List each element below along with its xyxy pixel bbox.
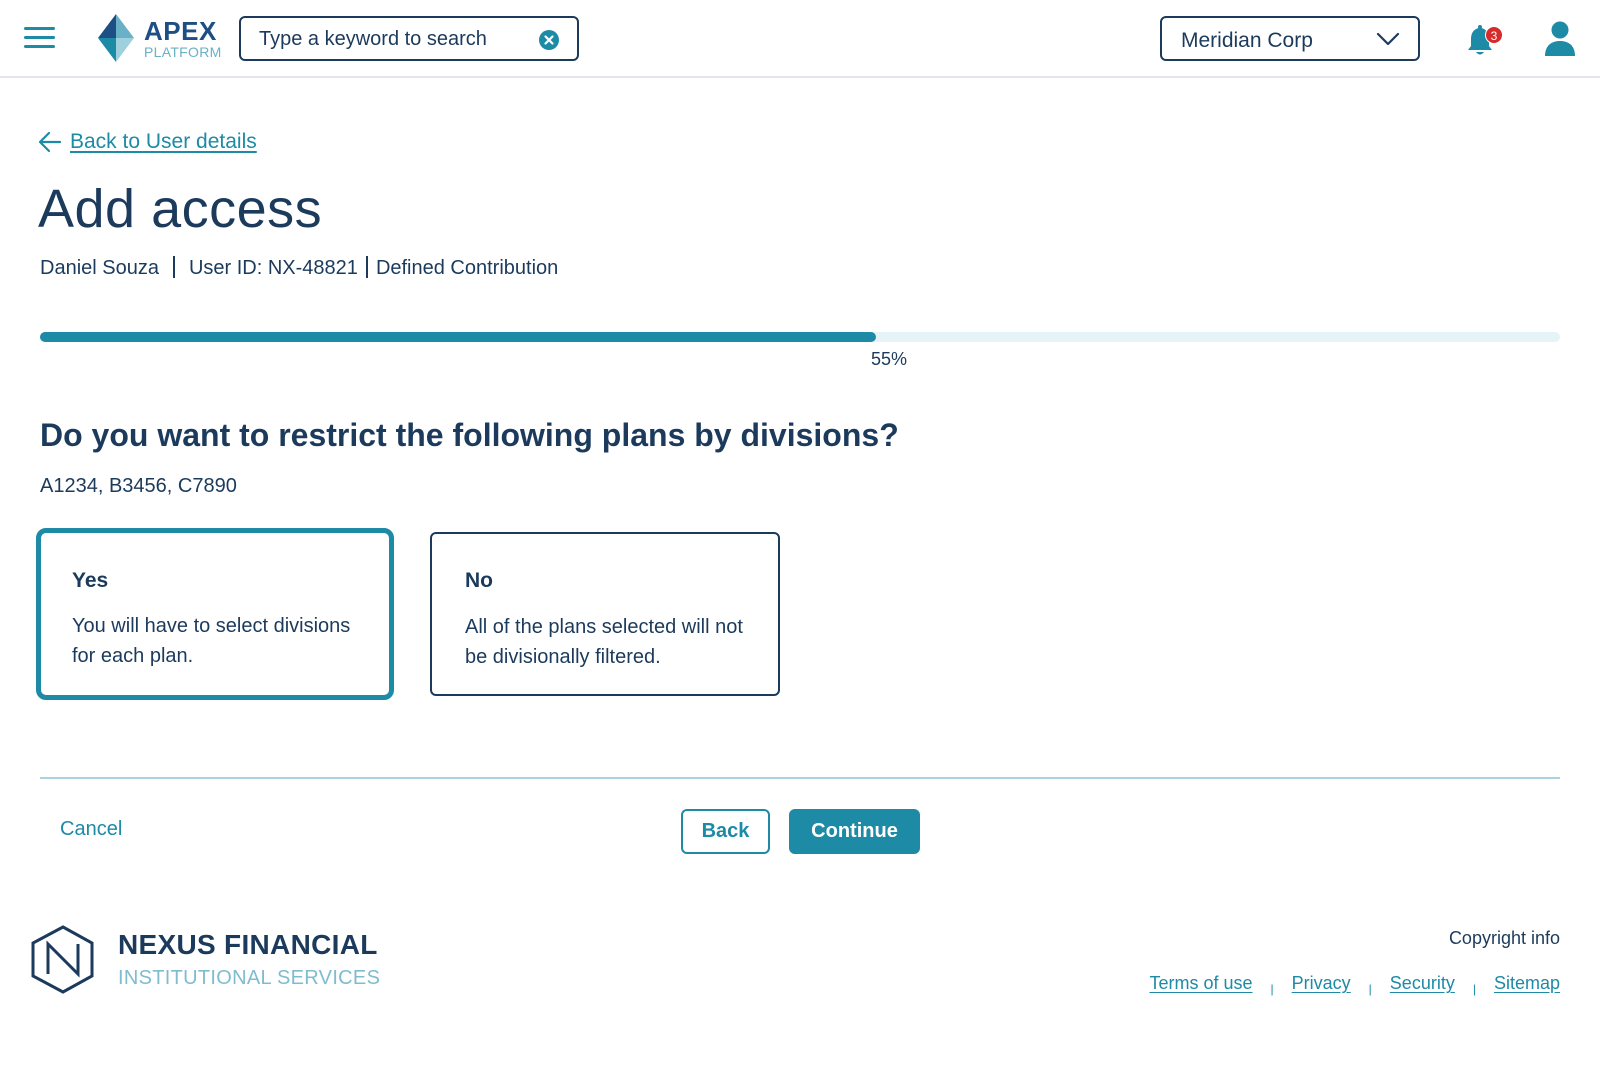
link-separator: | <box>1270 982 1274 996</box>
user-name: Daniel Souza <box>40 257 159 279</box>
nexus-logo-icon <box>31 925 94 994</box>
top-header: APEX PLATFORM Meridian Corp 3 <box>0 0 1600 78</box>
progress-label: 55% <box>871 349 908 369</box>
apex-logo[interactable]: APEX PLATFORM <box>98 14 228 64</box>
user-id: User ID: NX-48821 <box>188 257 358 279</box>
option-no-description: All of the plans selected will not be di… <box>465 616 743 668</box>
progress-bar <box>40 332 1560 342</box>
user-icon[interactable] <box>1543 20 1577 58</box>
cancel-link[interactable]: Cancel <box>60 818 122 841</box>
footer-links: Terms of use | Privacy | Security | Sitemap <box>1149 973 1560 996</box>
question-heading: Do you want to restrict the following pl… <box>40 417 899 453</box>
logo-subtitle: PLATFORM <box>144 44 222 60</box>
footer-link-security[interactable]: Security <box>1390 973 1455 993</box>
progress-bar-fill <box>40 332 876 342</box>
page-title: Add access <box>38 179 323 239</box>
link-separator: | <box>1472 982 1476 996</box>
apex-logo-icon <box>98 14 134 62</box>
option-no-title: No <box>465 569 493 592</box>
logo-name: APEX <box>144 16 217 46</box>
option-yes-title: Yes <box>72 569 109 592</box>
divider <box>365 256 368 278</box>
footer-tagline: INSTITUTIONAL SERVICES <box>118 967 381 989</box>
divider <box>172 256 175 278</box>
back-link-label: Back to User details <box>70 130 257 153</box>
continue-button[interactable]: Continue <box>789 809 920 854</box>
plan-type: Defined Contribution <box>375 257 559 279</box>
user-summary: Daniel Souza User ID: NX-48821 Defined Con… <box>40 256 558 280</box>
plan-list: A1234, B3456, C7890 <box>40 475 237 497</box>
arrow-left-icon <box>38 131 62 153</box>
organization-select[interactable]: Meridian Corp <box>1160 16 1420 61</box>
organization-selected-value: Meridian Corp <box>1181 29 1313 52</box>
option-no-card[interactable]: No All of the plans selected will not be… <box>430 532 780 696</box>
search-box <box>239 16 579 61</box>
copyright-text: Copyright info <box>1448 928 1560 948</box>
actions-divider <box>40 777 1560 779</box>
option-yes-card[interactable]: Yes You will have to select divisions fo… <box>36 528 394 700</box>
notifications-button[interactable]: 3 <box>1466 22 1506 58</box>
link-separator: | <box>1368 982 1372 996</box>
footer-brand: NEXUS FINANCIAL <box>118 929 378 960</box>
menu-icon[interactable] <box>24 26 56 50</box>
option-yes-description: You will have to select divisions for ea… <box>72 615 351 667</box>
footer-link-privacy[interactable]: Privacy <box>1292 973 1351 993</box>
search-input[interactable] <box>259 26 529 52</box>
clear-search-icon[interactable] <box>539 30 559 50</box>
notification-badge: 3 <box>1485 26 1503 44</box>
chevron-down-icon <box>1376 32 1400 46</box>
back-button[interactable]: Back <box>681 809 770 854</box>
footer-link-sitemap[interactable]: Sitemap <box>1494 973 1560 993</box>
footer-link-terms[interactable]: Terms of use <box>1149 973 1252 993</box>
